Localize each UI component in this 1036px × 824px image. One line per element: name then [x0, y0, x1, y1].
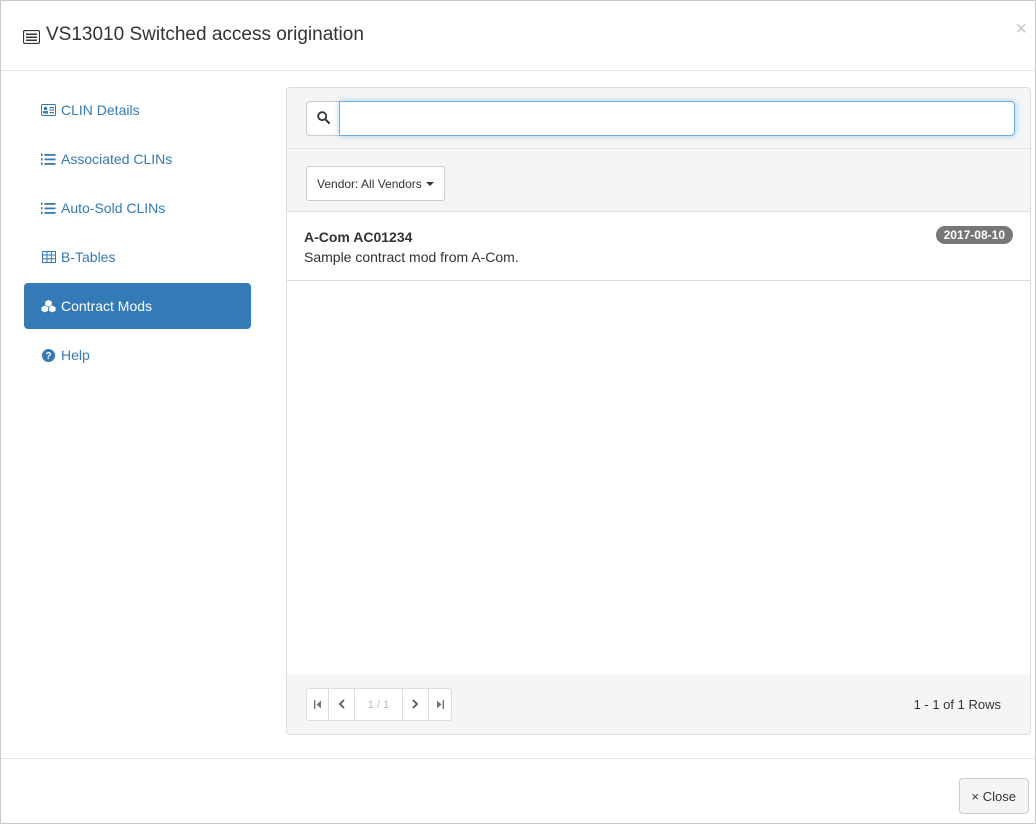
sidebar-item-label: Associated CLINs: [61, 151, 173, 167]
prev-page-button[interactable]: [329, 689, 355, 720]
list-item[interactable]: A-Com AC01234 Sample contract mod from A…: [287, 212, 1030, 281]
search-button[interactable]: [306, 101, 339, 136]
current-page-indicator: 1 / 1: [355, 689, 403, 720]
vendor-filter-label: Vendor: All Vendors: [317, 176, 422, 191]
chevron-right-icon: [412, 698, 419, 712]
contract-mods-panel: Vendor: All Vendors A-Com AC01234 Sample…: [286, 87, 1031, 735]
last-page-icon: [436, 698, 444, 712]
list-alt-icon: [22, 28, 41, 45]
modal-header: VS13010 Switched access origination ×: [1, 1, 1035, 71]
item-description: Sample contract mod from A-Com.: [304, 249, 519, 265]
pagination: 1 / 1: [306, 688, 452, 721]
table-icon: [41, 250, 56, 264]
caret-down-icon: [425, 181, 434, 186]
sidebar-item-auto-sold-clins[interactable]: Auto-Sold CLINs: [24, 185, 251, 231]
id-card-icon: [41, 103, 56, 117]
search-icon: [316, 110, 330, 127]
first-page-button[interactable]: [307, 689, 329, 720]
sidebar-item-contract-mods[interactable]: Contract Mods: [24, 283, 251, 329]
modal-footer: × Close: [1, 758, 1035, 824]
pagination-bar: 1 / 1 1 - 1 of 1 Rows: [287, 675, 1030, 734]
question-circle-icon: ?: [41, 348, 56, 362]
next-page-button[interactable]: [403, 689, 429, 720]
svg-text:?: ?: [45, 351, 51, 362]
modal-title: VS13010 Switched access origination: [22, 24, 364, 46]
close-icon[interactable]: ×: [1015, 19, 1027, 39]
close-button[interactable]: × Close: [958, 778, 1029, 814]
search-input[interactable]: [339, 101, 1015, 136]
sidebar-item-label: Contract Mods: [61, 298, 153, 314]
sidebar-item-label: CLIN Details: [61, 102, 140, 118]
sidebar-item-associated-clins[interactable]: Associated CLINs: [24, 136, 251, 182]
sidebar-nav: CLIN Details Associated CLINs Auto-Sold …: [24, 87, 251, 381]
filter-bar: Vendor: All Vendors: [287, 148, 1030, 212]
chevron-left-icon: [338, 698, 345, 712]
sidebar-item-label: B-Tables: [61, 249, 116, 265]
date-badge: 2017-08-10: [935, 226, 1013, 244]
modal-dialog: VS13010 Switched access origination × CL…: [0, 0, 1036, 824]
list-ordered-icon: [41, 201, 56, 215]
sidebar-item-label: Auto-Sold CLINs: [61, 200, 166, 216]
cubes-icon: [41, 299, 56, 313]
list-ordered-icon: [41, 152, 56, 166]
item-title: A-Com AC01234: [304, 229, 413, 245]
modal-title-text: VS13010 Switched access origination: [46, 24, 364, 45]
sidebar-item-b-tables[interactable]: B-Tables: [24, 234, 251, 280]
rows-count: 1 - 1 of 1 Rows: [913, 697, 1001, 712]
last-page-button[interactable]: [429, 689, 451, 720]
search-bar: [287, 88, 1030, 148]
sidebar-item-help[interactable]: ? Help: [24, 332, 251, 378]
sidebar-item-label: Help: [61, 347, 90, 363]
first-page-icon: [313, 698, 322, 712]
sidebar-item-clin-details[interactable]: CLIN Details: [24, 87, 251, 133]
vendor-filter-dropdown[interactable]: Vendor: All Vendors: [306, 166, 445, 201]
